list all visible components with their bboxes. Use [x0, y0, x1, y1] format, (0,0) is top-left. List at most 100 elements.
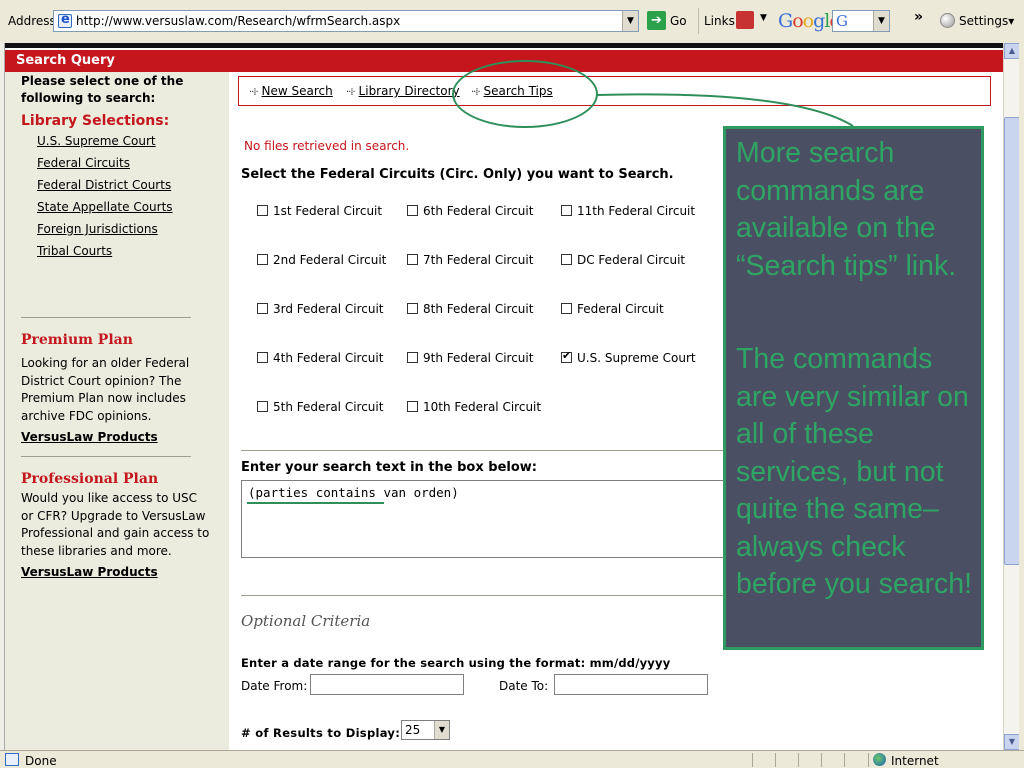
status-text: Done — [25, 754, 57, 768]
sidebar-item-state-appellate-courts[interactable]: State Appellate Courts — [37, 200, 173, 214]
professional-plan-text: Would you like access to USC or CFR? Upg… — [21, 491, 210, 558]
status-bar: Done Internet — [0, 750, 1024, 768]
sidebar-divider — [21, 456, 191, 457]
annotation-callout: More search commands are available on th… — [723, 126, 984, 650]
circuit-label: 2nd Federal Circuit — [273, 253, 387, 267]
google-g-icon: G — [836, 12, 848, 30]
circuit-label: 4th Federal Circuit — [273, 351, 384, 365]
circuit-checkbox[interactable] — [257, 401, 268, 412]
address-toolbar: Address http://www.versuslaw.com/Researc… — [0, 0, 1024, 44]
circuit-checkbox[interactable] — [561, 205, 572, 216]
status-pane — [821, 753, 844, 767]
chevron-down-icon[interactable]: ▼ — [873, 11, 889, 31]
date-to-input[interactable] — [554, 674, 708, 695]
address-input[interactable]: http://www.versuslaw.com/Research/wfrmSe… — [53, 10, 639, 32]
go-label: Go — [670, 14, 687, 28]
circuit-checkbox[interactable] — [257, 303, 268, 314]
sidebar: Please select one of the following to se… — [5, 72, 229, 750]
sidebar-item-foreign-jurisdictions[interactable]: Foreign Jurisdictions — [37, 222, 158, 236]
scroll-down-arrow-icon[interactable]: ▼ — [1004, 734, 1020, 750]
address-url[interactable]: http://www.versuslaw.com/Research/wfrmSe… — [76, 14, 400, 28]
status-pane — [798, 753, 821, 767]
circuit-label: 7th Federal Circuit — [423, 253, 534, 267]
chevron-down-icon[interactable]: ▼ — [434, 721, 449, 739]
circuit-checkbox[interactable] — [407, 352, 418, 363]
circuit-checkbox[interactable] — [407, 303, 418, 314]
circuit-checkbox[interactable] — [257, 205, 268, 216]
circuit-prompt: Select the Federal Circuits (Circ. Only)… — [241, 167, 674, 182]
callout-paragraph-1: More search commands are available on th… — [736, 137, 957, 282]
search-tips-highlight-oval — [452, 60, 598, 128]
circuit-label: 9th Federal Circuit — [423, 351, 534, 365]
circuit-label: 8th Federal Circuit — [423, 302, 534, 316]
circuit-checkbox[interactable] — [407, 401, 418, 412]
circuit-checkbox[interactable] — [561, 303, 572, 314]
sidebar-prompt: Please select one of the following to se… — [21, 74, 184, 105]
settings-icon — [940, 13, 955, 28]
optional-criteria-heading: Optional Criteria — [241, 612, 371, 630]
professional-products-link[interactable]: VersusLaw Products — [21, 565, 158, 579]
section-divider — [241, 595, 731, 596]
professional-plan-heading: Professional Plan — [21, 471, 159, 487]
status-pane — [844, 753, 867, 767]
arrow-dots-icon: ··⁞· — [346, 87, 356, 98]
arrow-dots-icon: ··⁞· — [249, 87, 259, 98]
circuit-label: DC Federal Circuit — [577, 253, 686, 267]
zone-label: Internet — [891, 754, 939, 768]
circuit-label: 1st Federal Circuit — [273, 204, 383, 218]
circuit-label: 11th Federal Circuit — [577, 204, 696, 218]
scroll-up-arrow-icon[interactable]: ▲ — [1004, 43, 1020, 59]
circuit-label: 5th Federal Circuit — [273, 400, 384, 414]
chevron-down-icon[interactable]: ▼ — [622, 11, 638, 31]
search-text-value: (parties contains van orden) — [248, 485, 459, 500]
circuit-checkbox[interactable] — [561, 349, 572, 363]
circuit-label: 3rd Federal Circuit — [273, 302, 384, 316]
status-pane — [752, 753, 775, 767]
date-from-label: Date From: — [241, 679, 308, 693]
circuit-label: 6th Federal Circuit — [423, 204, 534, 218]
links-button[interactable]: Links — [704, 14, 735, 28]
vertical-scrollbar[interactable]: ▲ ▼ — [1003, 43, 1020, 750]
sidebar-item-tribal-courts[interactable]: Tribal Courts — [37, 244, 112, 258]
security-zone: Internet — [868, 753, 1019, 768]
section-divider — [241, 450, 731, 451]
page-status-icon — [5, 753, 19, 766]
sidebar-item-us-supreme-court[interactable]: U.S. Supreme Court — [37, 134, 156, 148]
date-range-prompt: Enter a date range for the search using … — [241, 656, 671, 670]
library-selections-heading: Library Selections: — [21, 113, 170, 129]
chevron-down-icon[interactable]: ▼ — [760, 13, 767, 23]
search-textarea[interactable]: (parties contains van orden) — [241, 480, 751, 558]
page-icon — [58, 12, 72, 28]
callout-paragraph-2: The commands are very similar on all of … — [736, 343, 973, 600]
date-from-input[interactable] — [310, 674, 464, 695]
settings-button[interactable]: Settings▾ — [940, 11, 1014, 31]
new-search-link[interactable]: New Search — [262, 84, 333, 98]
sidebar-item-federal-circuits[interactable]: Federal Circuits — [37, 156, 130, 170]
more-toolbar-chevrons[interactable]: » — [914, 9, 923, 25]
results-count-select[interactable]: 25 ▼ — [401, 720, 450, 740]
circuit-checkbox[interactable] — [257, 254, 268, 265]
premium-plan-text: Looking for an older Federal District Co… — [21, 356, 190, 423]
window-right-border — [1019, 43, 1024, 750]
google-search-input[interactable]: G ▼ — [832, 10, 890, 32]
page-title: Search Query — [16, 53, 115, 68]
links-favorite-icon[interactable] — [736, 11, 754, 29]
google-logo[interactable]: Google — [778, 10, 841, 32]
circuit-label: U.S. Supreme Court — [577, 351, 696, 365]
nav-new-search[interactable]: ··⁞· New Search — [249, 84, 333, 98]
circuit-checkbox[interactable] — [407, 254, 418, 265]
scrollbar-thumb[interactable] — [1004, 117, 1020, 565]
results-count-value: 25 — [405, 723, 421, 737]
premium-products-link[interactable]: VersusLaw Products — [21, 430, 158, 444]
circuit-label: Federal Circuit — [577, 302, 664, 316]
library-directory-link[interactable]: Library Directory — [359, 84, 460, 98]
callout-connector-line — [596, 93, 854, 127]
circuit-checkbox[interactable] — [407, 205, 418, 216]
no-files-message: No files retrieved in search. — [244, 139, 410, 153]
sidebar-item-federal-district-courts[interactable]: Federal District Courts — [37, 178, 171, 192]
nav-library-directory[interactable]: ··⁞· Library Directory — [346, 84, 460, 98]
search-text-underline-mark — [247, 502, 384, 504]
circuit-checkbox[interactable] — [257, 352, 268, 363]
go-button[interactable]: ➔ Go — [647, 10, 691, 32]
circuit-checkbox[interactable] — [561, 254, 572, 265]
